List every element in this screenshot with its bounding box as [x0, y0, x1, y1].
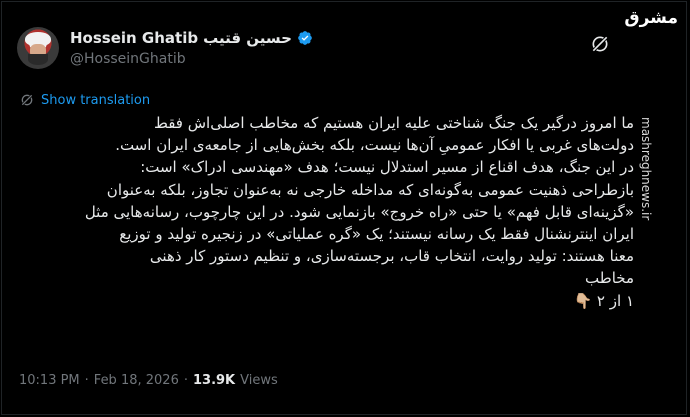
- tweet-time[interactable]: 10:13 PM: [19, 373, 80, 388]
- tweet-line: «گزینه‌ای قابل فهم» یا حتی «راه خروج» با…: [84, 202, 634, 221]
- author-name[interactable]: Hossein Ghatib حسین قتیب: [70, 29, 313, 47]
- views-count: 13.9K: [192, 373, 236, 388]
- tweet-line: مخاطب: [585, 269, 634, 288]
- meta-separator: ·: [84, 373, 89, 388]
- watermark-strip: مشرق mashreghnews.ir: [624, 0, 690, 417]
- author-handle[interactable]: @HosseinGhatib: [70, 51, 186, 67]
- tweet-line: بازطراحی ذهنیت عمومی به‌گونه‌ای که مداخل…: [106, 180, 634, 199]
- tweet-meta: 10:13 PM · Feb 18, 2026 · 13.9K Views: [19, 373, 278, 388]
- author-name-en[interactable]: Hossein Ghatib: [70, 29, 198, 47]
- verified-badge-icon: [298, 31, 312, 45]
- show-translation-link[interactable]: Show translation: [19, 92, 150, 108]
- meta-separator: ·: [183, 373, 188, 388]
- watermark-site: mashreghnews.ir: [639, 117, 653, 221]
- translate-icon: [21, 94, 33, 106]
- grok-icon[interactable]: [590, 34, 610, 54]
- watermark-logo: مشرق: [624, 8, 678, 28]
- views-label: Views: [240, 373, 278, 388]
- author-name-fa[interactable]: حسین قتیب: [203, 29, 292, 47]
- show-translation-label[interactable]: Show translation: [41, 93, 150, 108]
- tweet-line: ما امروز درگیر یک جنگ شناختی علیه ایران …: [153, 114, 634, 132]
- tweet-text: ما امروز درگیر یک جنگ شناختی علیه ایران …: [16, 112, 634, 312]
- tweet-line: معنا هستند: تولید روایت، انتخاب قاب، برج…: [149, 247, 634, 266]
- tweet-line: ایران اینترنشنال فقط یک رسانه نیستند؛ یک…: [119, 225, 634, 244]
- tweet-line: در این جنگ، هدف اقناع از مسیر استدلال نی…: [140, 158, 634, 177]
- avatar[interactable]: [17, 27, 59, 69]
- tweet-date[interactable]: Feb 18, 2026: [94, 373, 179, 388]
- tweet-line: ۱ از ۲ 👇🏼: [573, 291, 634, 310]
- tweet-line: دولت‌های غربی یا افکار عمومیِ آن‌ها نیست…: [115, 136, 634, 155]
